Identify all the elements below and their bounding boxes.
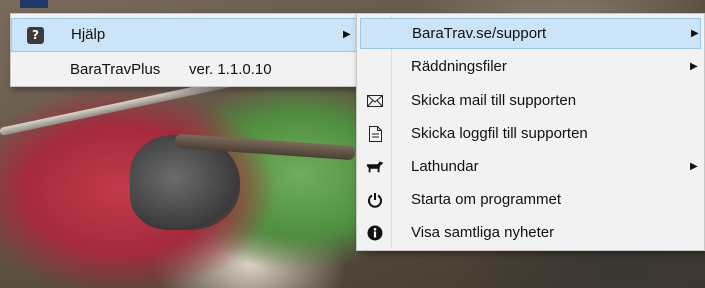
help-submenu: BaraTrav.se/support ▶ Räddningsfiler ▶ S… (356, 13, 705, 251)
background-menu-icon-fragment (20, 0, 48, 8)
info-icon (366, 224, 384, 242)
question-icon: ? (27, 27, 44, 44)
document-icon (366, 125, 384, 143)
power-icon (366, 191, 384, 209)
chevron-right-icon: ▶ (691, 28, 699, 39)
chevron-right-icon: ▶ (343, 29, 351, 40)
chevron-right-icon: ▶ (690, 161, 698, 172)
app-name-label: BaraTravPlus (70, 61, 161, 78)
submenu-item-show-news[interactable]: Visa samtliga nyheter (360, 218, 701, 249)
submenu-item-restart[interactable]: Starta om programmet (360, 185, 701, 216)
submenu-item-label: Skicka loggfil till supporten (411, 125, 588, 142)
envelope-icon (366, 92, 384, 110)
menu-item-help-label: Hjälp (71, 26, 106, 43)
submenu-item-label: Visa samtliga nyheter (411, 224, 555, 241)
submenu-item-rescue-files[interactable]: Räddningsfiler ▶ (360, 52, 701, 83)
help-menu: ? Hjälp ▶ BaraTravPlus ver. 1.1.0.10 (10, 13, 358, 87)
submenu-item-cheatsheets[interactable]: Lathundar ▶ (360, 152, 701, 183)
menu-item-help[interactable]: ? Hjälp ▶ (11, 18, 357, 52)
submenu-item-label: Lathundar (411, 158, 479, 175)
submenu-item-label: BaraTrav.se/support (412, 25, 547, 42)
horse-icon (366, 158, 384, 176)
menu-item-version[interactable]: BaraTravPlus ver. 1.1.0.10 (11, 54, 357, 88)
submenu-item-label: Skicka mail till supporten (411, 92, 577, 109)
submenu-item-support-link[interactable]: BaraTrav.se/support ▶ (360, 18, 701, 49)
chevron-right-icon: ▶ (690, 61, 698, 72)
version-label: ver. 1.1.0.10 (189, 61, 272, 78)
submenu-item-send-logfile[interactable]: Skicka loggfil till supporten (360, 119, 701, 150)
submenu-item-label: Räddningsfiler (411, 58, 507, 75)
submenu-item-label: Starta om programmet (411, 191, 562, 208)
submenu-item-send-mail[interactable]: Skicka mail till supporten (360, 86, 701, 117)
